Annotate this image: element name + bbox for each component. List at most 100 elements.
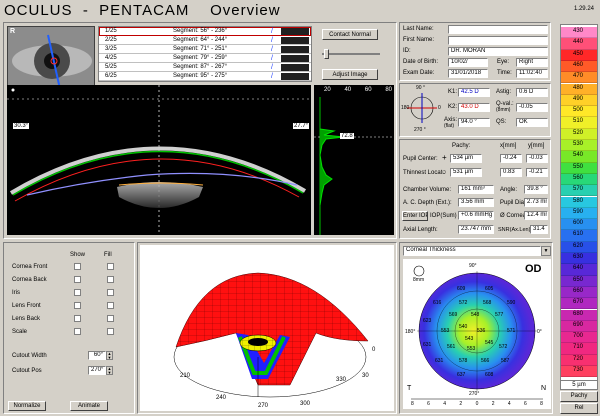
layer-fill-checkbox[interactable] <box>107 302 114 309</box>
map-type-select[interactable]: Corneal Thickness <box>403 246 541 256</box>
dob-label: Date of Birth: <box>403 59 439 65</box>
color-scale-step: 560 <box>561 173 597 186</box>
show-header: Show <box>70 252 86 258</box>
segment-row[interactable]: 6/25 Segment: 95° - 275° / <box>99 72 311 81</box>
color-scale-step: 670 <box>561 298 597 310</box>
pachy-mode-button[interactable]: Pachy <box>560 391 598 402</box>
dob-field[interactable]: 10/02/ <box>448 58 488 67</box>
color-scale-step: 660 <box>561 286 597 299</box>
layer-fill-checkbox[interactable] <box>107 315 114 322</box>
segment-pen-icon[interactable]: / <box>271 28 278 35</box>
segment-range: Segment: 56° - 236° <box>173 28 228 34</box>
layer-show-checkbox[interactable] <box>74 315 81 322</box>
color-scale-step: 460 <box>561 60 597 73</box>
layer-label: Scale <box>12 329 28 335</box>
color-scale-value: 550 <box>573 163 584 170</box>
color-scale-value: 570 <box>573 186 584 193</box>
eye-field[interactable]: Right <box>516 58 548 67</box>
segment-pen-icon[interactable]: / <box>271 37 278 44</box>
segment-pen-icon[interactable]: / <box>271 64 278 71</box>
cutout-pos-field[interactable]: 270° <box>88 366 106 375</box>
model3d-view[interactable]: 0 30 210 240 270 300 330 <box>140 245 394 411</box>
color-scale[interactable]: 430 440 450 460 470 480 490 500 510 520 530 540 550 5… <box>560 24 598 390</box>
map-axis-tick: 8 <box>411 401 414 407</box>
segment-row[interactable]: 1/25 Segment: 56° - 236° / <box>99 27 311 36</box>
layer-show-checkbox[interactable] <box>74 328 81 335</box>
color-scale-value: 470 <box>573 73 584 80</box>
thickness-map[interactable]: OD 8mm 90° 0° 180° 270° T N 609 605 616 572… <box>403 259 551 409</box>
exam-date-field[interactable]: 31/01/2018 <box>448 69 488 78</box>
thinnest-label: Thinnest Locat.: <box>403 170 446 176</box>
slider-thumb[interactable] <box>324 49 329 59</box>
color-scale-value: 520 <box>573 129 584 136</box>
density-profile[interactable]: 20 40 60 80 72.8 <box>314 85 394 235</box>
animate-button[interactable]: Animate <box>70 401 108 411</box>
color-scale-value: 730 <box>573 367 584 373</box>
color-scale-step: 710 <box>561 343 597 355</box>
thinnest-x-field: 0.83 <box>500 168 522 177</box>
normalize-button[interactable]: Normalize <box>8 401 46 411</box>
cutout-width-field[interactable]: 60° <box>88 351 106 360</box>
pupil-x-field: -0.24 <box>500 154 522 163</box>
segment-pen-icon[interactable]: / <box>271 73 278 80</box>
snr-label: SNR(Ax.Len) <box>498 227 531 233</box>
map-type-dropdown-icon[interactable]: ▼ <box>541 246 551 256</box>
layer-panel: Show Fill Cornea Front Cornea Back Iris Len… <box>3 242 135 414</box>
snr-field: 31.4 <box>530 225 548 234</box>
segment-row[interactable]: 5/25 Segment: 87° - 267° / <box>99 63 311 72</box>
iop-sum-label: IOP(Sum) <box>430 213 457 219</box>
angle-field: 39.8 ° <box>524 185 548 194</box>
layer-show-checkbox[interactable] <box>74 289 81 296</box>
layer-fill-checkbox[interactable] <box>107 289 114 296</box>
pupil-dia-field: 2.73 mm <box>524 198 548 207</box>
map-axis: 8 6 4 2 0 2 4 6 8 <box>411 401 543 409</box>
color-scale-step: 650 <box>561 275 597 287</box>
cutout-width-stepper[interactable]: ▲ ▼ <box>106 351 113 360</box>
layer-label: Lens Back <box>12 316 41 322</box>
thickness-value: 587 <box>501 358 510 364</box>
segment-row[interactable]: 4/25 Segment: 79° - 259° / <box>99 54 311 63</box>
thickness-value: 608 <box>485 372 494 378</box>
layer-fill-checkbox[interactable] <box>107 263 114 270</box>
id-field[interactable]: DR. MORAN <box>448 47 548 56</box>
thickness-value: 590 <box>507 300 516 306</box>
adjust-image-button[interactable]: Adjust Image <box>322 69 378 80</box>
segment-index: 5/25 <box>105 64 117 70</box>
layer-show-checkbox[interactable] <box>74 276 81 283</box>
layer-show-checkbox[interactable] <box>74 263 81 270</box>
layer-show-checkbox[interactable] <box>74 302 81 309</box>
time-field[interactable]: 11:02:40 <box>516 69 548 78</box>
map-axis-tick: 4 <box>507 401 511 407</box>
segment-thumbnail <box>281 55 309 62</box>
color-scale-step: 640 <box>561 264 597 276</box>
segment-pen-icon[interactable]: / <box>271 55 278 62</box>
enter-iop-button[interactable]: Enter IOP <box>402 211 428 221</box>
rel-mode-button[interactable]: Rel <box>560 403 598 414</box>
adjust-slider[interactable] <box>322 49 380 59</box>
color-scale-step: 430 <box>561 27 597 39</box>
color-scale-value: 490 <box>573 95 584 102</box>
segment-list[interactable]: 1/25 Segment: 56° - 236° / 2/25 Segment: 64°… <box>98 26 312 82</box>
segment-index: 1/25 <box>105 28 117 34</box>
segment-range: Segment: 71° - 251° <box>173 46 228 52</box>
segment-row[interactable]: 2/25 Segment: 64° - 244° / <box>99 36 311 45</box>
thickness-value: 545 <box>485 340 494 346</box>
segment-row[interactable]: 3/25 Segment: 71° - 251° / <box>99 45 311 54</box>
segment-pen-icon[interactable]: / <box>271 46 278 53</box>
segment-range: Segment: 79° - 259° <box>173 55 228 61</box>
layer-label: Cornea Back <box>12 277 47 283</box>
layer-fill-checkbox[interactable] <box>107 276 114 283</box>
map-270-label: 270° <box>469 391 480 397</box>
camera-image[interactable]: R <box>7 26 95 90</box>
cutout-pos-stepper[interactable]: ▲ ▼ <box>106 366 113 375</box>
color-scale-value: 600 <box>573 220 584 227</box>
layer-fill-checkbox[interactable] <box>107 328 114 335</box>
contact-normal-button[interactable]: Contact Normal <box>322 29 378 40</box>
cutout-pos-label: Cutout Pos <box>12 368 42 374</box>
qs-label: QS: <box>496 119 507 125</box>
first-name-field[interactable] <box>448 36 548 45</box>
color-scale-value: 580 <box>573 197 584 204</box>
color-scale-step: 590 <box>561 207 597 220</box>
last-name-field[interactable] <box>448 25 548 34</box>
scheimpflug-image[interactable]: 30.3° 27.7° <box>7 85 311 235</box>
